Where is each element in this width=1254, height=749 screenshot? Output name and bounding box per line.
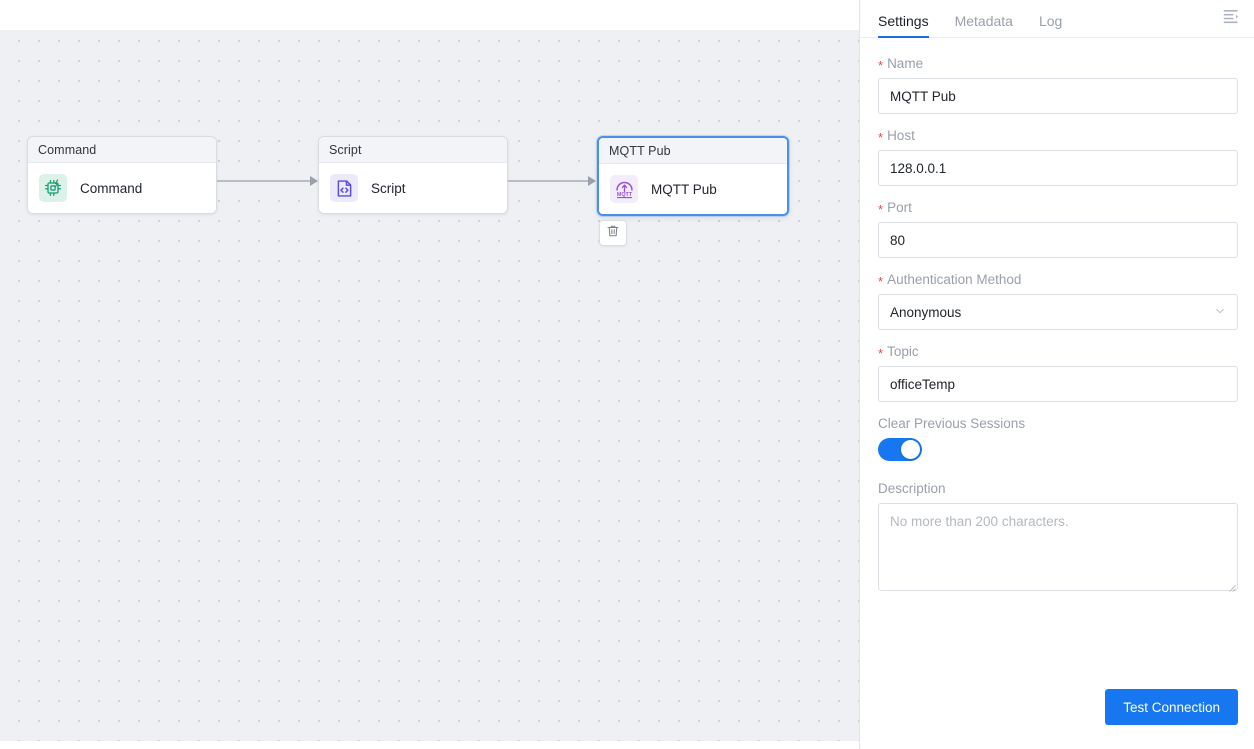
node-script-header: Script bbox=[319, 137, 507, 163]
description-placeholder: No more than 200 characters. bbox=[890, 514, 1069, 529]
port-input-value: 80 bbox=[890, 232, 906, 248]
toggle-knob bbox=[901, 440, 920, 459]
node-mqtt-pub-label: MQTT Pub bbox=[651, 181, 717, 197]
code-file-icon bbox=[330, 174, 358, 202]
tab-log-label: Log bbox=[1038, 13, 1063, 29]
field-name-required-marker: * bbox=[878, 58, 884, 73]
chevron-down-icon bbox=[1214, 305, 1226, 320]
field-name-label: Name bbox=[887, 56, 924, 71]
authentication-method-select[interactable]: Anonymous bbox=[878, 294, 1238, 330]
node-command-body: Command bbox=[28, 163, 216, 213]
host-input[interactable]: 128.0.0.1 bbox=[878, 150, 1238, 186]
name-input[interactable]: MQTT Pub bbox=[878, 78, 1238, 114]
node-script-body: Script bbox=[319, 163, 507, 213]
field-clear-sessions-label-row: Clear Previous Sessions bbox=[878, 416, 1238, 431]
topic-input[interactable]: officeTemp bbox=[878, 366, 1238, 402]
tab-settings-label: Settings bbox=[878, 13, 929, 29]
connector-arrow-2-icon bbox=[588, 176, 596, 186]
node-mqtt-pub-header-title: MQTT Pub bbox=[609, 143, 671, 158]
node-script-header-title: Script bbox=[329, 142, 362, 157]
field-clear-sessions-label: Clear Previous Sessions bbox=[878, 416, 1026, 431]
node-mqtt-pub-header: MQTT Pub bbox=[599, 138, 787, 164]
tab-metadata-label: Metadata bbox=[954, 13, 1013, 29]
panel-tabbar: Settings Metadata Log bbox=[860, 0, 1254, 38]
node-script-label: Script bbox=[371, 180, 406, 196]
clear-previous-sessions-toggle[interactable] bbox=[878, 438, 922, 461]
delete-node-button[interactable] bbox=[599, 220, 627, 246]
field-description-label: Description bbox=[878, 481, 946, 496]
port-input[interactable]: 80 bbox=[878, 222, 1238, 258]
description-textarea[interactable]: No more than 200 characters. bbox=[878, 503, 1238, 591]
authentication-method-value: Anonymous bbox=[890, 304, 962, 320]
topic-input-value: officeTemp bbox=[890, 376, 956, 392]
field-clear-previous-sessions: Clear Previous Sessions bbox=[878, 416, 1238, 461]
description-wrapper: No more than 200 characters. bbox=[878, 503, 1238, 592]
mqtt-logo-icon: MQTT bbox=[610, 175, 638, 203]
name-input-value: MQTT Pub bbox=[890, 88, 956, 104]
host-input-value: 128.0.0.1 bbox=[890, 160, 947, 176]
node-script[interactable]: Script Script bbox=[318, 136, 508, 214]
connector-arrow-1-icon bbox=[310, 176, 318, 186]
field-host: * Host 128.0.0.1 bbox=[878, 128, 1238, 186]
tab-metadata[interactable]: Metadata bbox=[955, 14, 1013, 37]
connector-command-to-script bbox=[217, 180, 312, 182]
field-topic-label-row: * Topic bbox=[878, 344, 1238, 361]
field-host-label-row: * Host bbox=[878, 128, 1238, 145]
connector-script-to-mqtt bbox=[508, 180, 590, 182]
settings-form: * Name MQTT Pub * Host 128.0.0.1 * Port … bbox=[860, 38, 1254, 749]
trash-icon bbox=[606, 224, 620, 243]
field-port: * Port 80 bbox=[878, 200, 1238, 258]
workflow-canvas[interactable]: Command Command Script Script MQTT Pub M… bbox=[0, 0, 860, 749]
node-command-header: Command bbox=[28, 137, 216, 163]
field-authentication-method: * Authentication Method Anonymous bbox=[878, 272, 1238, 330]
field-topic-label: Topic bbox=[887, 344, 919, 359]
panel-collapse-button[interactable] bbox=[1218, 7, 1244, 31]
field-port-label: Port bbox=[887, 200, 912, 215]
settings-panel: Settings Metadata Log * Name MQTT Pub * … bbox=[860, 0, 1254, 749]
field-description-label-row: Description bbox=[878, 481, 1238, 496]
field-name-label-row: * Name bbox=[878, 56, 1238, 73]
field-topic-required-marker: * bbox=[878, 346, 884, 361]
canvas-bottom-margin bbox=[0, 741, 859, 749]
field-host-label: Host bbox=[887, 128, 915, 143]
field-auth-label-row: * Authentication Method bbox=[878, 272, 1238, 289]
canvas-top-margin bbox=[0, 0, 859, 30]
field-name: * Name MQTT Pub bbox=[878, 56, 1238, 114]
node-mqtt-pub-body: MQTT MQTT Pub bbox=[599, 164, 787, 214]
tab-log[interactable]: Log bbox=[1039, 14, 1062, 37]
field-description: Description No more than 200 characters. bbox=[878, 481, 1238, 592]
panel-collapse-icon bbox=[1223, 9, 1240, 29]
test-connection-button[interactable]: Test Connection bbox=[1105, 689, 1238, 725]
field-auth-required-marker: * bbox=[878, 274, 884, 289]
field-host-required-marker: * bbox=[878, 130, 884, 145]
test-connection-label: Test Connection bbox=[1123, 699, 1220, 715]
node-command-label: Command bbox=[80, 180, 143, 196]
node-command[interactable]: Command Command bbox=[27, 136, 217, 214]
field-auth-label: Authentication Method bbox=[887, 272, 1022, 287]
field-topic: * Topic officeTemp bbox=[878, 344, 1238, 402]
field-port-label-row: * Port bbox=[878, 200, 1238, 217]
node-mqtt-pub[interactable]: MQTT Pub MQTT MQTT Pub bbox=[597, 136, 789, 216]
node-command-header-title: Command bbox=[38, 142, 97, 157]
tab-settings[interactable]: Settings bbox=[878, 13, 929, 38]
app-root: Command Command Script Script MQTT Pub M… bbox=[0, 0, 1254, 749]
field-port-required-marker: * bbox=[878, 202, 884, 217]
chip-bolt-icon bbox=[39, 174, 67, 202]
